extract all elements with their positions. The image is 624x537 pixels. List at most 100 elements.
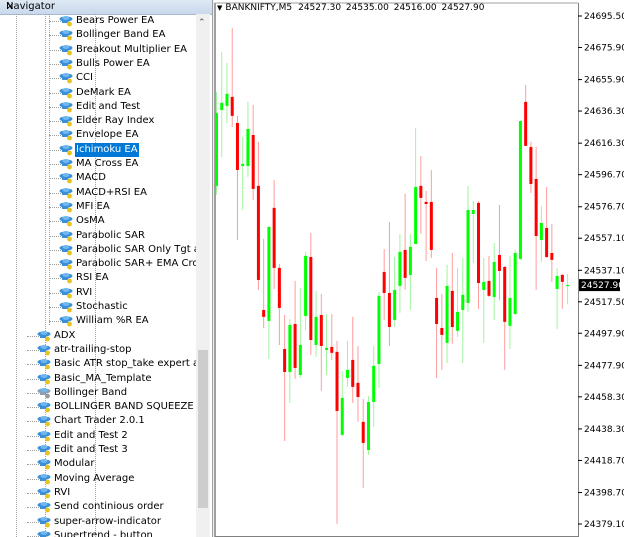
candle-body[interactable] (215, 112, 218, 186)
candle-body[interactable] (235, 122, 239, 170)
close-icon[interactable]: × (6, 0, 208, 14)
candle-body[interactable] (518, 121, 522, 259)
candle-body[interactable] (293, 323, 297, 368)
candlestick-chart[interactable]: 24695.50 24675.90 24655.90 24636.30 24616.30… (214, 0, 624, 537)
candle-body[interactable] (466, 209, 470, 303)
scroll-up-icon[interactable]: ⌃ (198, 18, 206, 28)
chart-window[interactable]: 24695.50 24675.90 24655.90 24636.30 24616.30… (214, 0, 624, 537)
candle-body[interactable] (429, 201, 433, 250)
candle-body[interactable] (314, 316, 318, 345)
dropdown-triangle-icon[interactable]: ▼ (217, 4, 222, 12)
navigator-item-label: Ichimoku EA (75, 142, 139, 157)
candle-body[interactable] (256, 185, 260, 280)
candle-body[interactable] (225, 93, 229, 106)
navigator-item-label: Edit and Test 2 (54, 429, 128, 441)
chart-header: ▼ BANKNIFTY,M5 24527.30 24535.00 24516.00 … (217, 3, 484, 13)
candle-body[interactable] (403, 249, 407, 278)
candle-body[interactable] (492, 261, 496, 297)
candle-body[interactable] (445, 285, 449, 343)
navigator-item-label: Envelope EA (76, 129, 139, 141)
navigator-item-label: Bulls Power EA (76, 57, 150, 69)
navigator-title-bar: Navigator × (0, 0, 212, 15)
expert-advisor-icon (37, 459, 51, 470)
candle-body[interactable] (450, 290, 454, 327)
expert-advisor-icon (37, 430, 51, 442)
candle-body[interactable] (539, 222, 543, 240)
navigator-item-label: Stochastic (76, 301, 128, 312)
candle-body[interactable] (309, 256, 313, 341)
candle-body[interactable] (503, 266, 507, 322)
candle-body[interactable] (513, 252, 517, 314)
candle-body[interactable] (246, 128, 250, 166)
candle-body[interactable] (487, 280, 491, 296)
expert-advisor-icon (59, 144, 73, 156)
candle-body[interactable] (330, 346, 334, 353)
candle-body[interactable] (414, 186, 418, 244)
navigator-item-label: Basic ATR stop_take expert advi (54, 358, 196, 370)
candle-body[interactable] (482, 281, 486, 290)
candle-body[interactable] (340, 397, 344, 435)
candle-body[interactable] (288, 324, 292, 372)
candle-body[interactable] (267, 226, 271, 321)
navigator-item-label: Supertrend - button (54, 529, 153, 537)
navigator-item-label: DeMark EA (76, 86, 131, 98)
candle-body[interactable] (251, 134, 255, 189)
candle-body[interactable] (319, 314, 323, 346)
candle-body[interactable] (335, 351, 339, 411)
navigator-item-label: RSI EA (76, 272, 109, 284)
candle-body[interactable] (497, 254, 501, 271)
candle-body[interactable] (304, 255, 308, 316)
candle-body[interactable] (277, 267, 281, 308)
candle-body[interactable] (566, 285, 570, 287)
candle-body[interactable] (241, 163, 245, 166)
candle-body[interactable] (461, 294, 465, 310)
candle-body[interactable] (419, 185, 423, 198)
expert-advisor-icon (59, 44, 73, 55)
navigator-item-label: William %R EA (76, 315, 149, 327)
candle-body[interactable] (283, 348, 287, 372)
candle-body[interactable] (550, 252, 554, 260)
candle-body[interactable] (529, 147, 533, 184)
price-axis-label: 24379.10 (584, 520, 624, 530)
candle-body[interactable] (298, 344, 302, 376)
candle-body[interactable] (408, 246, 412, 275)
candle-body[interactable] (351, 359, 355, 387)
candle-body[interactable] (272, 207, 276, 268)
expert-advisor-icon (37, 473, 51, 484)
expert-advisor-icon (59, 259, 73, 270)
candle-body[interactable] (387, 292, 391, 327)
candle-body[interactable] (346, 369, 349, 378)
price-axis-label: 24537.10 (584, 266, 624, 276)
candle-body[interactable] (366, 401, 370, 450)
expert-advisor-icon (37, 373, 51, 384)
candle-body[interactable] (440, 327, 444, 335)
candle-body[interactable] (456, 311, 460, 331)
candle-body[interactable] (230, 96, 234, 116)
candle-body[interactable] (325, 347, 329, 350)
candle-body[interactable] (382, 271, 386, 293)
candle-body[interactable] (361, 421, 365, 443)
candle-body[interactable] (220, 102, 224, 110)
candle-body[interactable] (471, 209, 475, 214)
candle-body[interactable] (377, 295, 381, 364)
expert-advisor-icon (59, 216, 73, 227)
candle-body[interactable] (262, 309, 266, 317)
candle-body[interactable] (398, 251, 402, 286)
candle-body[interactable] (508, 297, 512, 326)
tree-guide-line (16, 14, 17, 537)
candle-body[interactable] (555, 275, 559, 289)
candle-body[interactable] (393, 289, 397, 320)
candle-body[interactable] (534, 178, 538, 236)
candle-body[interactable] (477, 202, 480, 284)
price-axis-label: 24695.50 (584, 12, 624, 22)
candle-body[interactable] (424, 201, 428, 205)
candle-body[interactable] (372, 365, 376, 402)
scrollbar-thumb[interactable] (198, 350, 208, 508)
candle-body[interactable] (356, 382, 360, 397)
navigator-scrollbar[interactable]: ⌃ (196, 14, 210, 537)
candle-body[interactable] (560, 274, 564, 282)
candle-body[interactable] (524, 101, 528, 146)
candle-body[interactable] (435, 297, 439, 324)
candle-body[interactable] (545, 227, 549, 257)
expert-advisor-icon (37, 387, 51, 399)
